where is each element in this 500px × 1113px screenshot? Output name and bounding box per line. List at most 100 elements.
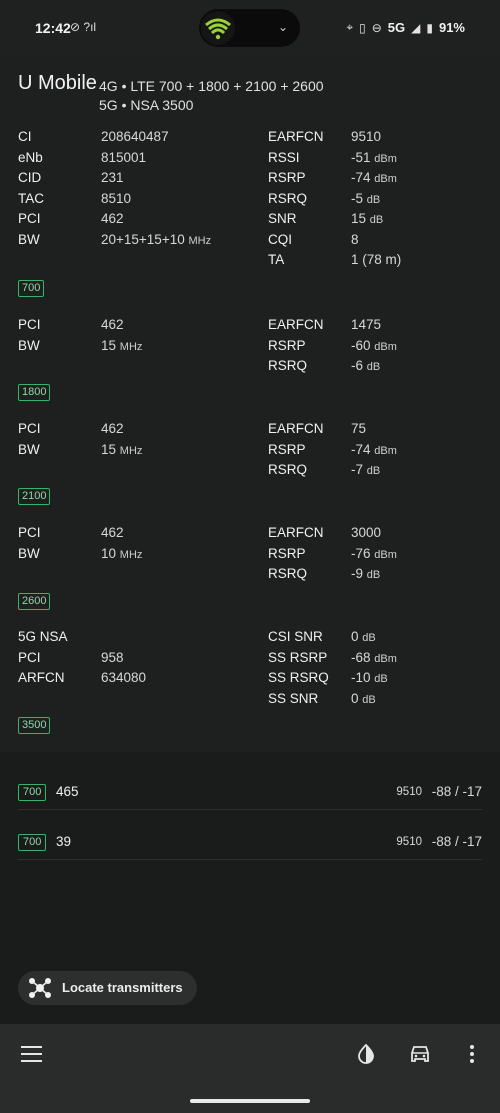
right-value: 9510: [351, 129, 381, 144]
left-value: 462: [101, 525, 124, 540]
value-number: -6: [351, 358, 364, 373]
right-label: RSRP: [268, 545, 306, 561]
value-number: 75: [351, 421, 367, 436]
value-number: 15: [101, 441, 117, 457]
value-number: 462: [101, 525, 124, 540]
value-number: 958: [101, 649, 124, 665]
left-label: BW: [18, 441, 40, 457]
locate-transmitters-button[interactable]: Locate transmitters: [18, 971, 197, 1005]
value-unit: dB: [369, 214, 384, 226]
left-value: 958: [101, 650, 124, 665]
right-value: 1475: [351, 317, 381, 332]
left-label: CI: [18, 129, 32, 144]
bands-5g: 5G • NSA 3500: [99, 97, 194, 113]
value-number: 15: [351, 211, 367, 226]
value-unit: MHz: [119, 340, 143, 353]
value-unit: dBm: [374, 152, 397, 165]
value-number: 231: [101, 170, 124, 185]
left-label: BW: [18, 337, 40, 353]
wifi-app-icon: [201, 11, 235, 45]
left-label: PCI: [18, 421, 41, 436]
value-number: 208640487: [101, 129, 169, 144]
right-value: -6 dB: [351, 358, 380, 373]
right-value: 0 dB: [351, 691, 376, 706]
right-value: -5 dB: [351, 191, 380, 206]
operator-name: U Mobile: [18, 72, 97, 94]
left-value: 634080: [101, 670, 146, 685]
right-label: RSRQ: [268, 566, 308, 581]
right-value: -74 dBm: [351, 170, 397, 185]
value-unit: dB: [362, 693, 376, 706]
value-number: 8510: [101, 190, 132, 206]
band-tag: 700: [18, 784, 47, 801]
home-indicator[interactable]: [190, 1099, 310, 1103]
right-label: SS RSRP: [268, 649, 328, 665]
right-value: -51 dBm: [351, 150, 397, 165]
chevron-down-icon[interactable]: ⌄: [278, 20, 288, 34]
value-number: -76: [351, 545, 371, 561]
right-value: 15 dB: [351, 211, 383, 226]
neighbour-row[interactable]: 700 465 9510 -88 / -17: [18, 760, 482, 810]
right-value: -7 dB: [351, 462, 380, 477]
band-tag: 2100: [18, 488, 51, 505]
right-label: EARFCN: [268, 421, 324, 436]
right-label: SS SNR: [268, 690, 319, 706]
left-label: CID: [18, 170, 42, 185]
more-vert-icon[interactable]: [468, 1045, 476, 1065]
value-number: -60: [351, 337, 371, 353]
right-value: -9 dB: [351, 566, 380, 581]
vibrate-icon: ▯: [359, 20, 366, 35]
right-label: RSRP: [268, 441, 306, 457]
car-icon[interactable]: [408, 1044, 432, 1064]
value-number: 462: [101, 421, 124, 436]
value-unit: MHz: [119, 548, 143, 561]
left-label: PCI: [18, 649, 41, 665]
value-number: 1 (78 m): [351, 252, 402, 267]
band-tag: 3500: [18, 717, 51, 734]
left-value: 20+15+15+10 MHz: [101, 232, 211, 247]
right-value: 3000: [351, 525, 381, 540]
value-number: 634080: [101, 670, 147, 685]
neighbour-row[interactable]: 700 39 9510 -88 / -17: [18, 810, 482, 860]
status-right: ⌖ ▯ ⊖ 5G ◢ ▮ 91%: [346, 20, 465, 35]
value-unit: dBm: [374, 173, 397, 185]
status-time: 12:42: [35, 20, 71, 36]
value-number: 3000: [351, 525, 382, 540]
right-label: EARFCN: [268, 129, 324, 144]
bottom-app-bar: [0, 1024, 500, 1113]
value-number: 9510: [351, 129, 382, 144]
value-number: -9: [351, 566, 364, 581]
right-label: RSRQ: [268, 462, 308, 477]
bands-4g: 4G • LTE 700 + 1800 + 2100 + 2600: [99, 78, 324, 94]
value-number: -74: [351, 441, 371, 457]
left-value: 15 MHz: [101, 442, 142, 457]
status-left-icons: ⊘ ?ıl: [70, 20, 97, 34]
locate-transmitters-label: Locate transmitters: [62, 980, 183, 995]
value-unit: dBm: [374, 340, 397, 353]
status-bar: 12:42 ⊘ ?ıl ⌄ ⌖ ▯ ⊖ 5G ◢ ▮ 91%: [0, 0, 500, 58]
value-unit: MHz: [188, 234, 212, 247]
right-label: RSRQ: [268, 190, 308, 206]
right-value: -60 dBm: [351, 338, 397, 353]
transmitters-icon: [29, 978, 51, 998]
right-value: 0 dB: [351, 629, 376, 644]
menu-icon[interactable]: [21, 1046, 42, 1062]
network-type: 5G: [387, 20, 406, 35]
battery-percent: 91%: [438, 20, 465, 35]
dynamic-island-pill[interactable]: ⌄: [199, 9, 300, 47]
value-number: -7: [351, 462, 364, 477]
left-value: 15 MHz: [101, 338, 142, 353]
value-unit: dB: [366, 193, 381, 206]
value-unit: dB: [366, 465, 381, 477]
neighbour-pci: 39: [56, 834, 72, 849]
value-number: -5: [351, 190, 364, 206]
neighbour-earfcn: 9510: [396, 786, 422, 798]
left-value: 8510: [101, 191, 131, 206]
contrast-icon[interactable]: [356, 1044, 376, 1064]
right-label: EARFCN: [268, 525, 324, 540]
neighbour-signal: -88 / -17: [431, 834, 482, 849]
left-label: PCI: [18, 211, 41, 226]
value-number: 815001: [101, 149, 147, 165]
signal-icon: ◢: [411, 20, 421, 35]
left-value: 815001: [101, 150, 146, 165]
